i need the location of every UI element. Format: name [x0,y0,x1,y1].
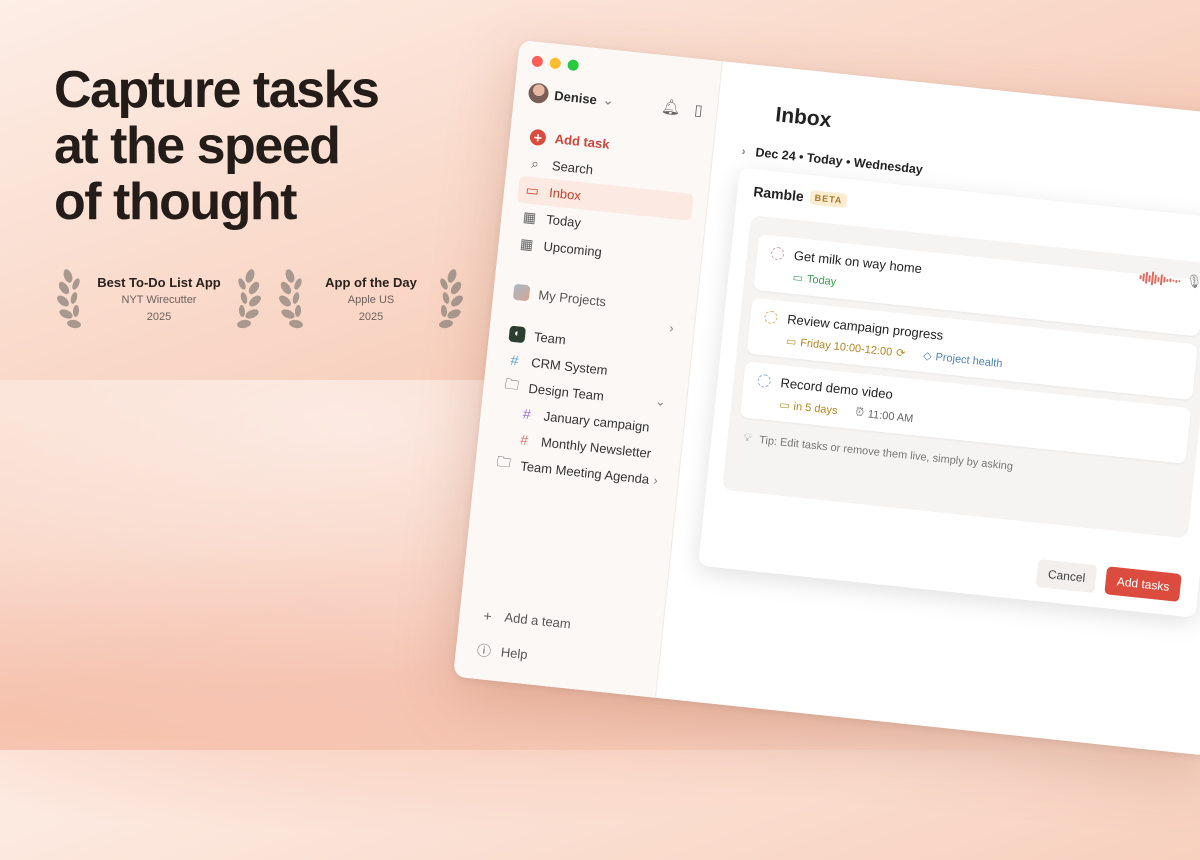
calendar-today-icon: ▦ [522,208,537,226]
help-icon: ⓘ [476,641,492,659]
calendar-icon: ▭ [778,399,791,413]
nav-label: Inbox [548,184,582,204]
chevron-right-icon: › [740,143,747,159]
hash-icon: # [522,405,532,423]
maximize-window-button[interactable] [567,59,580,72]
app-window: Denise ⌄ 🔔︎ ▯ + Add task ⌕ Search ▭ Inbo… [453,40,1200,756]
avatar [527,82,550,105]
close-window-button[interactable] [531,55,544,68]
award-source: NYT Wirecutter [121,293,197,306]
main-content: ∿ Inbox › Dec 24 • Today • Wednesday Ram… [656,61,1200,756]
sidebar-toggle-icon[interactable]: ▯ [693,101,703,120]
due-date-label: Today [806,272,837,288]
nav-label: Upcoming [542,238,603,260]
laurel-left-icon [57,269,81,329]
help-label: Help [500,644,529,663]
due-date-label: in 5 days [793,400,839,417]
projects-avatar-icon [512,283,531,302]
alarm-clock-icon: ⏰︎ [854,406,865,419]
due-date-label: Friday 10:00-12:00 [799,336,893,359]
project-label: CRM System [530,354,609,378]
awards: Best To-Do List App NYT Wirecutter 2025 [54,264,466,334]
project-label: Design Team [527,380,605,404]
task-due-date[interactable]: ▭ Friday 10:00-12:00 ⟳ [785,334,906,359]
task-label-tag[interactable]: ◇ Project health [923,349,1004,370]
reminder-label: 11:00 AM [867,407,914,425]
nav-label: Search [551,158,594,178]
laurel-left-icon [279,269,303,329]
plus-icon: + [529,128,547,146]
nav-label: Today [545,211,582,231]
task-checkbox[interactable] [757,373,772,389]
award-wirecutter: Best To-Do List App NYT Wirecutter 2025 [54,264,264,334]
tag-icon: ◇ [922,349,933,363]
plus-icon: + [482,606,493,624]
laurel-right-icon [237,269,261,329]
laurel-right-icon [439,269,463,329]
folder-icon: 🗀 [496,452,512,471]
calendar-icon: ▭ [785,335,797,349]
inbox-icon: ▭ [524,181,540,199]
bell-icon[interactable]: 🔔︎ [661,97,682,117]
ramble-task-list: 🎙︎ Get milk on way home ▭ Today Review ca… [722,215,1200,539]
team-label: Team [533,328,567,347]
window-controls [531,55,706,84]
task-reminder[interactable]: ⏰︎ 11:00 AM [855,406,914,425]
task-due-date[interactable]: ▭ Today [792,271,837,289]
cancel-button[interactable]: Cancel [1035,559,1098,594]
page-headline: Capture tasks at the speed of thought [54,61,380,231]
task-checkbox[interactable] [770,246,785,261]
award-source: Apple US [347,293,395,306]
award-title: Best To-Do List App [97,274,221,290]
ramble-dialog: Ramble BETA 🎙︎ Get milk on way home ▭ Tod… [698,167,1200,618]
award-year: 2025 [146,310,172,323]
task-title: Record demo video [779,375,894,402]
hash-icon: # [519,431,529,448]
search-icon: ⌕ [530,154,540,172]
add-team-label: Add a team [503,609,572,632]
minimize-window-button[interactable] [549,57,562,70]
ramble-title: Ramble [752,183,805,205]
chevron-right-icon[interactable]: › [669,320,675,335]
folder-icon: 🗀 [504,375,520,393]
hash-icon: # [509,351,520,369]
tag-label: Project health [934,350,1004,370]
calendar-grid-icon: ▦ [519,235,535,253]
recurring-icon: ⟳ [895,347,906,360]
award-title: App of the Day [325,274,417,290]
chevron-down-icon: ⌄ [602,92,615,109]
chevron-down-icon[interactable]: ⌄ [654,393,666,410]
award-year: 2025 [358,310,384,323]
microphone-icon[interactable]: 🎙︎ [1185,273,1200,291]
task-due-date[interactable]: ▭ in 5 days [779,398,838,417]
user-name: Denise [553,87,598,107]
task-checkbox[interactable] [763,310,779,325]
lightbulb-icon: 💡︎ [743,431,752,445]
nav-label: Add task [554,131,611,152]
team-logo-icon: ◐ [508,325,527,344]
chevron-right-icon[interactable]: › [653,472,659,487]
calendar-icon: ▭ [792,271,804,285]
beta-badge: BETA [809,190,849,209]
award-app-of-day: App of the Day Apple US 2025 [276,264,466,334]
add-tasks-button[interactable]: Add tasks [1104,566,1182,602]
user-menu[interactable]: Denise ⌄ [527,82,615,111]
sidebar-nav: + Add task ⌕ Search ▭ Inbox ▦ Today ▦ Up… [511,122,699,275]
